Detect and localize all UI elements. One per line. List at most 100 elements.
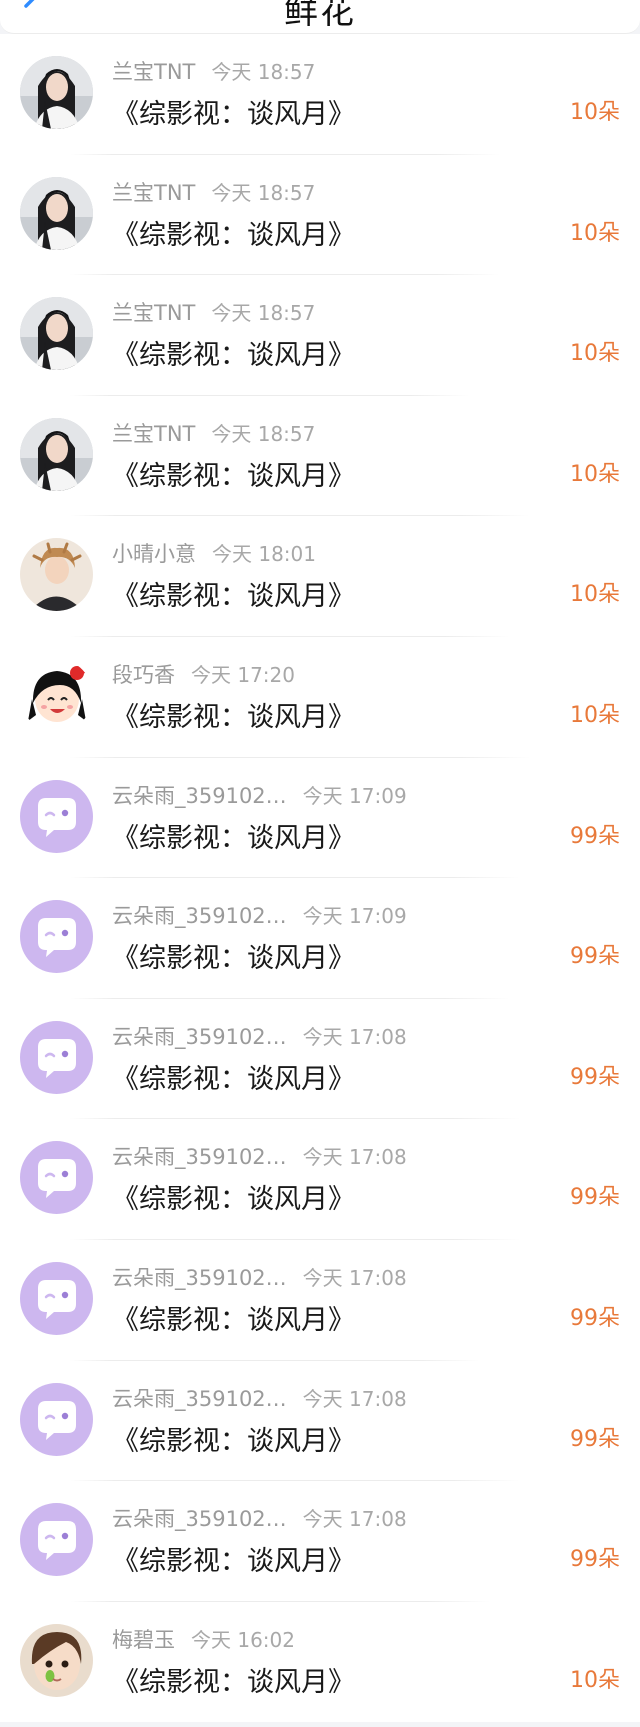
- cartoon-girl-icon: [20, 658, 93, 732]
- default-chat-bubble-icon: [20, 900, 93, 974]
- timestamp: 今天 17:08: [302, 1145, 407, 1170]
- flower-amount: 10朵: [570, 702, 620, 728]
- timestamp: 今天 17:09: [302, 904, 407, 929]
- flower-amount: 99朵: [570, 1305, 620, 1331]
- sender-name[interactable]: 云朵雨_359102…: [112, 1145, 287, 1169]
- book-title[interactable]: 《综影视：谈风月》: [112, 1057, 355, 1096]
- default-chat-bubble-icon: [20, 1261, 93, 1335]
- flower-record-row[interactable]: 云朵雨_359102… 今天 17:08 《综影视：谈风月》 99朵: [0, 1361, 640, 1482]
- avatar[interactable]: [20, 1020, 93, 1094]
- flower-amount: 10朵: [570, 341, 620, 367]
- sender-name[interactable]: 云朵雨_359102…: [112, 1507, 287, 1531]
- sender-meta: 云朵雨_359102… 今天 17:09: [112, 780, 407, 810]
- book-title[interactable]: 《综影视：谈风月》: [112, 92, 355, 131]
- book-title[interactable]: 《综影视：谈风月》: [112, 816, 355, 855]
- avatar[interactable]: [20, 176, 93, 250]
- timestamp: 今天 18:57: [211, 180, 316, 205]
- book-title[interactable]: 《综影视：谈风月》: [112, 213, 355, 252]
- timestamp: 今天 17:08: [302, 1265, 407, 1290]
- timestamp: 今天 18:01: [212, 542, 316, 567]
- sender-name[interactable]: 云朵雨_359102…: [112, 1025, 287, 1049]
- flower-record-row[interactable]: 段巧香 今天 17:20 《综影视：谈风月》 10朵: [0, 637, 640, 758]
- sender-meta: 兰宝TNT 今天 18:57: [112, 177, 315, 207]
- avatar[interactable]: [20, 538, 93, 612]
- photo-child-icon: [20, 1623, 93, 1697]
- avatar[interactable]: [20, 1141, 93, 1215]
- flower-amount: 10朵: [570, 461, 620, 487]
- flower-record-row[interactable]: 兰宝TNT 今天 18:57 《综影视：谈风月》 10朵: [0, 275, 640, 396]
- sender-name[interactable]: 段巧香: [112, 663, 175, 687]
- avatar[interactable]: [20, 1623, 93, 1697]
- sender-meta: 云朵雨_359102… 今天 17:08: [112, 1383, 407, 1413]
- photo-woman-icon: [20, 176, 93, 250]
- sender-name[interactable]: 云朵雨_359102…: [112, 784, 287, 808]
- sender-name[interactable]: 兰宝TNT: [112, 301, 195, 325]
- flower-record-row[interactable]: 云朵雨_359102… 今天 17:09 《综影视：谈风月》 99朵: [0, 878, 640, 999]
- page-title: 鲜花: [284, 0, 356, 32]
- default-chat-bubble-icon: [20, 1020, 93, 1094]
- flower-amount: 99朵: [570, 1426, 620, 1452]
- flower-record-list: 兰宝TNT 今天 18:57 《综影视：谈风月》 10朵 兰宝TNT 今天 18:57 《…: [0, 34, 640, 1723]
- flower-amount: 10朵: [570, 220, 620, 246]
- book-title[interactable]: 《综影视：谈风月》: [112, 695, 355, 734]
- default-chat-bubble-icon: [20, 1503, 93, 1577]
- avatar[interactable]: [20, 1261, 93, 1335]
- sender-meta: 云朵雨_359102… 今天 17:08: [112, 1141, 407, 1171]
- avatar[interactable]: [20, 56, 93, 129]
- book-title[interactable]: 《综影视：谈风月》: [112, 1539, 355, 1578]
- avatar[interactable]: [20, 297, 93, 371]
- sender-name[interactable]: 云朵雨_359102…: [112, 1266, 287, 1290]
- sender-name[interactable]: 兰宝TNT: [112, 422, 195, 446]
- book-title[interactable]: 《综影视：谈风月》: [112, 936, 355, 975]
- avatar[interactable]: [20, 900, 93, 974]
- avatar[interactable]: [20, 1382, 93, 1456]
- flower-record-row[interactable]: 兰宝TNT 今天 18:57 《综影视：谈风月》 10朵: [0, 34, 640, 155]
- avatar[interactable]: [20, 658, 93, 732]
- sender-meta: 梅碧玉 今天 16:02: [112, 1624, 295, 1654]
- book-title[interactable]: 《综影视：谈风月》: [112, 1177, 355, 1216]
- avatar[interactable]: [20, 779, 93, 853]
- flower-amount: 99朵: [570, 1064, 620, 1090]
- flower-record-row[interactable]: 云朵雨_359102… 今天 17:08 《综影视：谈风月》 99朵: [0, 1119, 640, 1240]
- photo-woman-icon: [20, 297, 93, 371]
- timestamp: 今天 17:09: [302, 783, 407, 808]
- sender-name[interactable]: 云朵雨_359102…: [112, 1387, 287, 1411]
- flower-record-row[interactable]: 梅碧玉 今天 16:02 《综影视：谈风月》 10朵: [0, 1602, 640, 1723]
- book-title[interactable]: 《综影视：谈风月》: [112, 333, 355, 372]
- flower-record-row[interactable]: 兰宝TNT 今天 18:57 《综影视：谈风月》 10朵: [0, 396, 640, 517]
- sender-meta: 云朵雨_359102… 今天 17:08: [112, 1021, 407, 1051]
- flower-record-row[interactable]: 兰宝TNT 今天 18:57 《综影视：谈风月》 10朵: [0, 155, 640, 276]
- timestamp: 今天 17:08: [302, 1386, 407, 1411]
- sender-meta: 段巧香 今天 17:20: [112, 659, 295, 689]
- flower-amount: 99朵: [570, 944, 620, 970]
- sender-name[interactable]: 小晴小意: [112, 542, 196, 566]
- book-title[interactable]: 《综影视：谈风月》: [112, 1660, 355, 1699]
- book-title[interactable]: 《综影视：谈风月》: [112, 1419, 355, 1458]
- flower-record-row[interactable]: 云朵雨_359102… 今天 17:09 《综影视：谈风月》 99朵: [0, 758, 640, 879]
- timestamp: 今天 18:57: [211, 421, 316, 446]
- sender-meta: 云朵雨_359102… 今天 17:08: [112, 1262, 407, 1292]
- book-title[interactable]: 《综影视：谈风月》: [112, 574, 355, 613]
- flower-amount: 99朵: [570, 1185, 620, 1211]
- flower-record-row[interactable]: 云朵雨_359102… 今天 17:08 《综影视：谈风月》 99朵: [0, 1240, 640, 1361]
- sender-name[interactable]: 兰宝TNT: [112, 60, 195, 84]
- sender-name[interactable]: 云朵雨_359102…: [112, 904, 287, 928]
- flower-record-row[interactable]: 云朵雨_359102… 今天 17:08 《综影视：谈风月》 99朵: [0, 999, 640, 1120]
- sender-name[interactable]: 梅碧玉: [112, 1628, 175, 1652]
- top-nav-bar: 鲜花: [0, 0, 640, 34]
- sender-name[interactable]: 兰宝TNT: [112, 181, 195, 205]
- flower-record-row[interactable]: 云朵雨_359102… 今天 17:08 《综影视：谈风月》 99朵: [0, 1481, 640, 1602]
- book-title[interactable]: 《综影视：谈风月》: [112, 454, 355, 493]
- sender-meta: 兰宝TNT 今天 18:57: [112, 56, 315, 86]
- timestamp: 今天 18:57: [211, 301, 316, 326]
- sender-meta: 兰宝TNT 今天 18:57: [112, 297, 315, 327]
- flower-record-row[interactable]: 小晴小意 今天 18:01 《综影视：谈风月》 10朵: [0, 516, 640, 637]
- avatar[interactable]: [20, 1503, 93, 1577]
- flower-amount: 10朵: [570, 1667, 620, 1693]
- flower-amount: 99朵: [570, 1547, 620, 1573]
- timestamp: 今天 17:08: [302, 1507, 407, 1532]
- timestamp: 今天 16:02: [191, 1627, 295, 1652]
- avatar[interactable]: [20, 417, 93, 491]
- sender-meta: 云朵雨_359102… 今天 17:08: [112, 1503, 407, 1533]
- book-title[interactable]: 《综影视：谈风月》: [112, 1298, 355, 1337]
